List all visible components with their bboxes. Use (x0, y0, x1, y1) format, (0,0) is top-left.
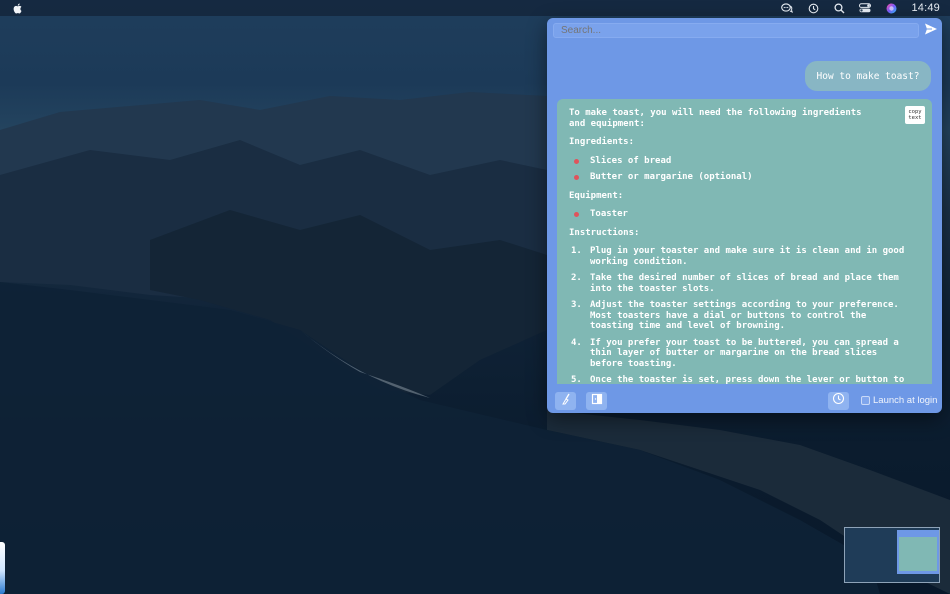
search-input[interactable] (553, 23, 919, 38)
menubar-clock[interactable]: 14:49 (911, 2, 940, 14)
send-icon[interactable] (924, 22, 938, 36)
chat-app-window: How to make toast? To make toast, you wi… (547, 18, 942, 413)
step-number: 2. (571, 273, 582, 283)
list-item: 3. Adjust the toaster settings according … (569, 300, 909, 332)
quit-icon (591, 392, 603, 410)
ingredients-heading: Ingredients: (569, 137, 635, 147)
list-item: 2. Take the desired number of slices of b… (569, 273, 909, 294)
time-machine-icon[interactable] (807, 3, 819, 14)
answer-intro: To make toast, you will need the followi… (569, 108, 862, 129)
step-text: Once the toaster is set, press down the … (590, 375, 905, 384)
equipment-list: Toaster (569, 209, 920, 220)
list-item: Butter or margarine (optional) (569, 172, 920, 183)
copy-text-button[interactable]: copy text (905, 106, 925, 124)
apple-logo-icon[interactable] (12, 3, 24, 14)
list-item: Slices of bread (569, 156, 920, 167)
equipment-heading: Equipment: (569, 190, 624, 201)
siri-icon[interactable] (885, 3, 897, 14)
step-number: 1. (571, 246, 582, 256)
history-button[interactable] (828, 392, 849, 410)
clear-chat-icon (560, 392, 572, 410)
screenshot-thumbnail[interactable] (844, 527, 940, 583)
control-center-icon[interactable] (859, 3, 872, 14)
list-item: 4. If you prefer your toast to be buttere… (569, 338, 909, 370)
dock-edge (0, 542, 5, 594)
step-number: 5. (571, 375, 582, 384)
launch-at-login-label[interactable]: Launch at login (873, 395, 937, 406)
clear-chat-button[interactable] (555, 392, 576, 410)
instructions-heading: Instructions: (569, 227, 640, 238)
menu-bar: 14:49 (0, 0, 950, 16)
assistant-answer-bubble: To make toast, you will need the followi… (557, 99, 932, 384)
list-item: 1. Plug in your toaster and make sure it … (569, 246, 909, 267)
spotlight-search-icon[interactable] (833, 2, 845, 14)
history-icon (832, 392, 845, 410)
user-message-bubble: How to make toast? (805, 61, 931, 91)
step-text: If you prefer your toast to be buttered,… (590, 337, 899, 369)
list-item: 5. Once the toaster is set, press down th… (569, 375, 909, 384)
thumbnail-answer (899, 537, 937, 571)
step-number: 4. (571, 337, 582, 348)
step-text: Plug in your toaster and make sure it is… (590, 246, 905, 267)
bottom-toolbar: Launch at login (547, 390, 942, 413)
instructions-list: 1. Plug in your toaster and make sure it … (569, 246, 920, 384)
chat-bubbles-icon[interactable] (781, 3, 794, 14)
quit-button[interactable] (586, 392, 607, 410)
step-text: Take the desired number of slices of bre… (590, 273, 899, 294)
launch-at-login-checkbox[interactable] (861, 396, 870, 405)
list-item: Toaster (569, 209, 920, 220)
user-message-text: How to make toast? (816, 70, 920, 82)
copy-label-line2: text (908, 115, 922, 121)
step-text: Adjust the toaster settings according to… (590, 300, 899, 331)
step-number: 3. (571, 300, 582, 310)
ingredients-list: Slices of bread Butter or margarine (opt… (569, 156, 920, 183)
